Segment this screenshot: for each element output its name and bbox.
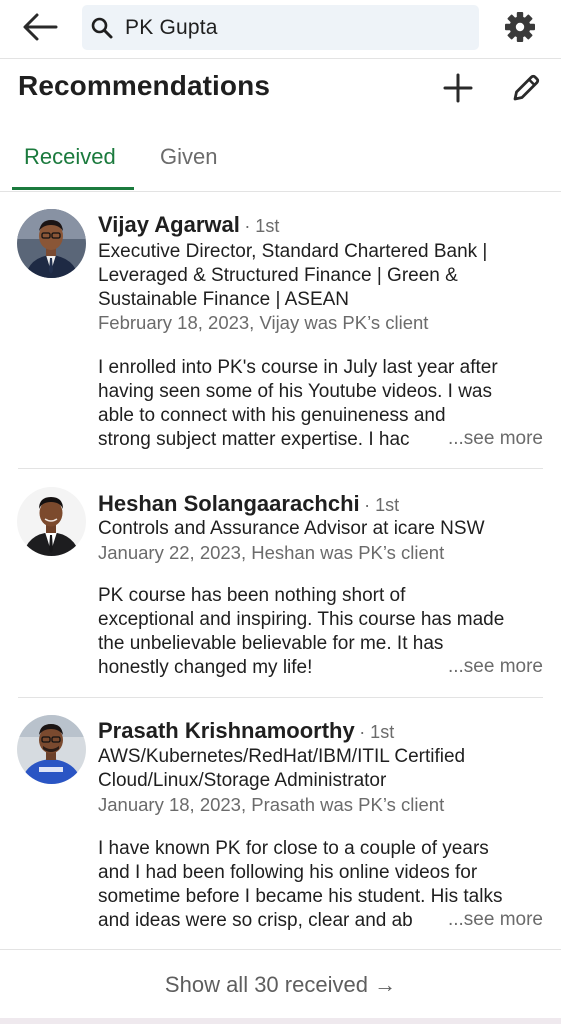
text-line: the unbelievable believable for me. It h… [98,633,444,654]
headline-line: Controls and Assurance Advisor at icare … [98,518,485,539]
gear-icon [505,12,535,42]
back-button[interactable] [20,10,60,44]
tab-given[interactable]: Given [160,144,217,170]
edit-button[interactable] [510,72,542,104]
connection-degree: · 1st [364,495,400,515]
avatar[interactable] [17,487,86,556]
settings-button[interactable] [503,10,537,44]
name-line: Prasath Krishnamoorthy · 1st [98,718,394,744]
footer: Show all 30 received → [0,949,561,1025]
headline-line: Sustainable Finance | ASEAN [98,289,350,310]
text-line: exceptional and inspiring. This course h… [98,609,505,630]
tab-received[interactable]: Received [24,144,116,170]
text-line: I enrolled into PK's course in July last… [98,357,498,378]
connection-degree: · 1st [359,722,395,742]
headline-line: Leveraged & Structured Finance | Green & [98,265,458,286]
search-input[interactable]: PK Gupta [82,5,479,50]
headline-line: Executive Director, Standard Chartered B… [98,241,488,262]
add-recommendation-button[interactable] [442,72,474,104]
recommendation-card: Heshan Solangaarachchi · 1st Controls an… [0,469,561,698]
recommendation-meta: January 22, 2023, Heshan was PK’s client [98,542,445,563]
connection-degree: · 1st [244,216,280,236]
avatar[interactable] [17,209,86,278]
arrow-right-icon: → [374,972,397,997]
headline-line: Cloud/Linux/Storage Administrator [98,770,387,791]
recommendation-card: Prasath Krishnamoorthy · 1st AWS/Kuberne… [0,698,561,948]
page-title: Recommendations [18,70,270,101]
text-line: able to connect with his genuineness and [98,405,446,426]
see-more-link[interactable]: ...see more [447,428,543,450]
text-line: PK course has been nothing short of [98,585,406,606]
recommendation-meta: February 18, 2023, Vijay was PK’s client [98,312,429,333]
recommendation-meta: January 18, 2023, Prasath was PK’s clien… [98,794,445,815]
plus-icon [443,73,473,103]
recommender-name[interactable]: Prasath Krishnamoorthy [98,718,355,743]
headline-line: AWS/Kubernetes/RedHat/IBM/ITIL Certified [98,746,466,767]
recommender-headline: Controls and Assurance Advisor at icare … [98,517,548,541]
see-more-link[interactable]: ...see more [447,909,543,931]
show-all-received-link[interactable]: Show all 30 received → [0,972,561,998]
name-line: Heshan Solangaarachchi · 1st [98,491,399,517]
top-bar: PK Gupta [0,0,561,59]
recommendation-card: Vijay Agarwal · 1st Executive Director, … [0,192,561,469]
recommender-headline: AWS/Kubernetes/RedHat/IBM/ITIL Certified… [98,745,548,793]
pencil-icon [513,74,540,101]
search-value: PK Gupta [125,16,218,39]
tab-bar: Received Given [0,128,561,192]
bottom-strip [0,1018,561,1024]
show-all-label: Show all 30 received [164,972,368,997]
active-tab-indicator [12,187,134,190]
see-more-link[interactable]: ...see more [447,656,543,678]
recommender-name[interactable]: Vijay Agarwal [98,212,240,237]
back-arrow-icon [23,13,58,41]
text-line: I have known PK for close to a couple of… [98,838,489,859]
recommender-name[interactable]: Heshan Solangaarachchi [98,491,360,516]
text-line: and I had been following his online vide… [98,862,478,883]
avatar[interactable] [17,715,86,784]
name-line: Vijay Agarwal · 1st [98,212,279,238]
recommender-headline: Executive Director, Standard Chartered B… [98,240,548,312]
text-line: having seen some of his Youtube videos. … [98,381,492,402]
search-icon [91,17,113,39]
text-line: sometime before I became his student. Hi… [98,886,503,907]
